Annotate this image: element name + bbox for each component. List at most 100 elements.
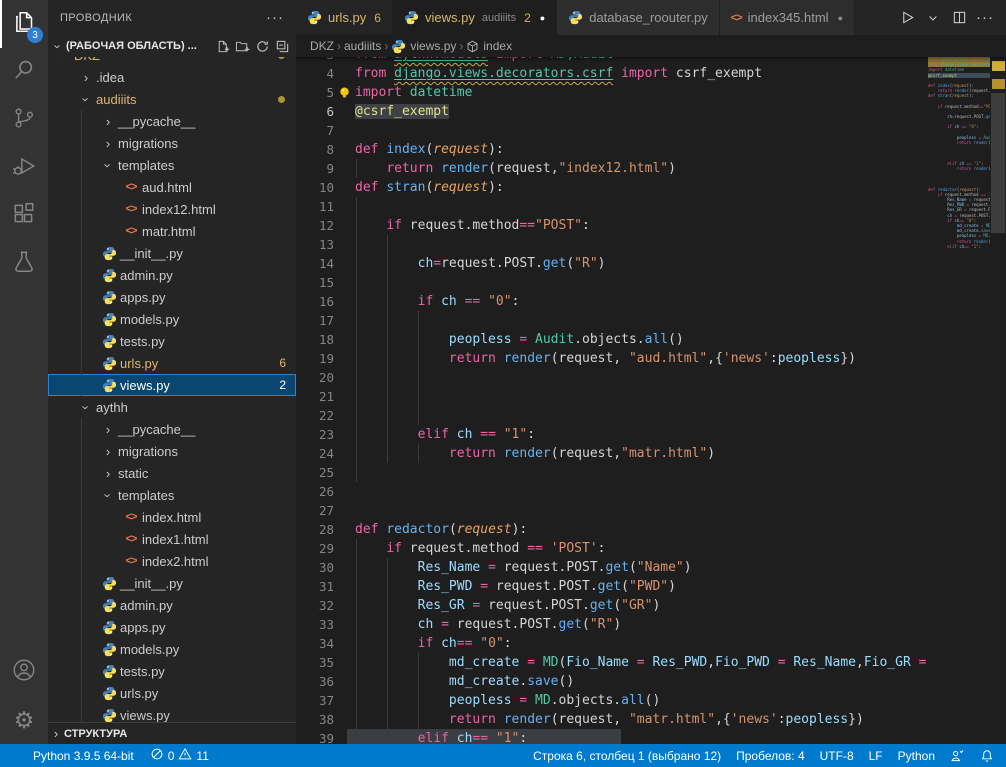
tree-file-matr.html[interactable]: <>matr.html — [48, 220, 296, 242]
activity-source-control[interactable] — [0, 96, 48, 144]
tree-item-label: views.py — [120, 708, 170, 723]
minimap[interactable]: from aythh.models import MD,Auditfrom dj… — [928, 57, 990, 744]
tree-folder-__pycache__[interactable]: ›__pycache__ — [48, 110, 296, 132]
chevron-right-icon: › — [100, 422, 116, 437]
eol-sequence[interactable]: LF — [869, 749, 883, 763]
tree-file-models.py[interactable]: models.py — [48, 638, 296, 660]
feedback-icon[interactable] — [950, 748, 965, 763]
tree-file-admin.py[interactable]: admin.py — [48, 594, 296, 616]
tab-views.py[interactable]: views.pyaudiiits2● — [393, 0, 557, 35]
run-button[interactable] — [896, 7, 918, 29]
tree-file-apps.py[interactable]: apps.py — [48, 286, 296, 308]
chevron-right-icon: › — [100, 136, 116, 151]
tree-file-index.html[interactable]: <>index.html — [48, 506, 296, 528]
tree-file-urls.py[interactable]: urls.py6 — [48, 352, 296, 374]
problems-indicator[interactable]: 0 11 — [150, 747, 209, 764]
tree-file-models.py[interactable]: models.py — [48, 308, 296, 330]
indentation[interactable]: Пробелов: 4 — [736, 749, 805, 763]
scrollbar-slider[interactable] — [991, 93, 1005, 233]
tree-file-index12.html[interactable]: <>index12.html — [48, 198, 296, 220]
tree-folder-__pycache__[interactable]: ›__pycache__ — [48, 418, 296, 440]
line-number: 9 — [296, 159, 334, 178]
tree-file-views.py[interactable]: views.py2 — [48, 374, 296, 396]
more-actions-icon[interactable]: ··· — [974, 7, 996, 29]
tree-file-aud.html[interactable]: <>aud.html — [48, 176, 296, 198]
tree-folder-DKZ[interactable]: ›DKZ — [48, 57, 296, 66]
tree-folder-static[interactable]: ›static — [48, 462, 296, 484]
activity-search[interactable] — [0, 48, 48, 96]
line-number: 32 — [296, 596, 334, 615]
warning-icon — [178, 747, 192, 764]
outline-label: СТРУКТУРА — [64, 728, 127, 740]
account-button[interactable] — [0, 648, 48, 696]
tree-file-apps.py[interactable]: apps.py — [48, 616, 296, 638]
tree-folder-.idea[interactable]: ›.idea — [48, 66, 296, 88]
collapse-all-icon[interactable] — [272, 36, 292, 56]
scrollbar[interactable] — [990, 57, 1006, 744]
code-line-3: 3from aythh.models import MD,Audit — [296, 57, 928, 64]
tree-file-urls.py[interactable]: urls.py — [48, 682, 296, 704]
outline-section-header[interactable]: › СТРУКТУРА — [48, 722, 296, 744]
python-file-icon — [100, 598, 118, 613]
code-editor[interactable]: 3from aythh.models import MD,Audit4from … — [296, 57, 928, 744]
line-number: 27 — [296, 501, 334, 520]
tree-folder-migrations[interactable]: ›migrations — [48, 132, 296, 154]
tree-file-views.py[interactable]: views.py — [48, 704, 296, 722]
html-file-icon: <> — [122, 181, 140, 193]
tree-item-label: aythh — [96, 400, 128, 415]
activity-run-debug[interactable] — [0, 144, 48, 192]
tree-file-index2.html[interactable]: <>index2.html — [48, 550, 296, 572]
html-file-icon: <> — [731, 12, 742, 24]
new-folder-icon[interactable] — [232, 36, 252, 56]
tree-folder-templates[interactable]: ›templates — [48, 484, 296, 506]
tab-database_roouter.py[interactable]: database_roouter.py — [557, 0, 720, 35]
tree-item-label: aud.html — [142, 180, 192, 195]
tree-file-admin.py[interactable]: admin.py — [48, 264, 296, 286]
chevron-down-icon: › — [79, 91, 94, 107]
activity-explorer[interactable]: 3 — [0, 0, 48, 48]
tree-file-tests.py[interactable]: tests.py — [48, 660, 296, 682]
activity-extensions[interactable] — [0, 192, 48, 240]
new-file-icon[interactable] — [212, 36, 232, 56]
tree-item-label: DKZ — [74, 57, 100, 63]
code-line-26: 26 — [296, 482, 928, 501]
lightbulb-icon[interactable] — [338, 86, 351, 99]
views-more-actions-icon[interactable]: ··· — [266, 9, 284, 26]
warning-count: 11 — [196, 749, 208, 763]
python-interpreter[interactable]: Python 3.9.5 64-bit — [33, 749, 134, 763]
cursor-position[interactable]: Строка 6, столбец 1 (выбрано 12) — [533, 749, 721, 763]
settings-button[interactable]: ⚙ — [0, 696, 48, 744]
tree-folder-templates[interactable]: ›templates — [48, 154, 296, 176]
run-dropdown-chevron-icon[interactable] — [922, 7, 944, 29]
python-file-icon — [100, 290, 118, 305]
line-number: 33 — [296, 615, 334, 634]
tree-file-__init__.py[interactable]: __init__.py — [48, 572, 296, 594]
problems-badge: 6 — [279, 356, 286, 370]
split-editor-icon[interactable] — [948, 7, 970, 29]
encoding[interactable]: UTF-8 — [820, 749, 854, 763]
breadcrumb-index[interactable]: index — [466, 39, 512, 53]
tree-file-__init__.py[interactable]: __init__.py — [48, 242, 296, 264]
line-number: 25 — [296, 463, 334, 482]
tab-index345.html[interactable]: <>index345.html● — [720, 0, 855, 35]
tree-item-label: index12.html — [142, 202, 216, 217]
line-number: 18 — [296, 330, 334, 349]
notifications-bell-icon[interactable] — [980, 749, 994, 763]
code-line-18: 18 peopless = Audit.objects.all() — [296, 330, 928, 349]
breadcrumb-views.py[interactable]: views.py — [391, 39, 456, 54]
refresh-icon[interactable] — [252, 36, 272, 56]
tree-folder-migrations[interactable]: ›migrations — [48, 440, 296, 462]
tab-urls.py[interactable]: urls.py6 — [296, 0, 393, 35]
activity-testing[interactable] — [0, 240, 48, 288]
explorer-badge: 3 — [27, 27, 43, 43]
tree-folder-audiiits[interactable]: ›audiiits — [48, 88, 296, 110]
workspace-section-header[interactable]: › (РАБОЧАЯ ОБЛАСТЬ) ... — [48, 35, 296, 57]
breadcrumb-DKZ[interactable]: DKZ — [310, 39, 334, 53]
tree-file-index1.html[interactable]: <>index1.html — [48, 528, 296, 550]
language-mode[interactable]: Python — [898, 749, 935, 763]
line-number: 5 — [296, 83, 334, 102]
tree-folder-aythh[interactable]: ›aythh — [48, 396, 296, 418]
tree-file-tests.py[interactable]: tests.py — [48, 330, 296, 352]
breadcrumb-audiiits[interactable]: audiiits — [344, 39, 381, 53]
code-line-35: 35 md_create = MD(Fio_Name = Res_PWD,Fio… — [296, 653, 928, 672]
